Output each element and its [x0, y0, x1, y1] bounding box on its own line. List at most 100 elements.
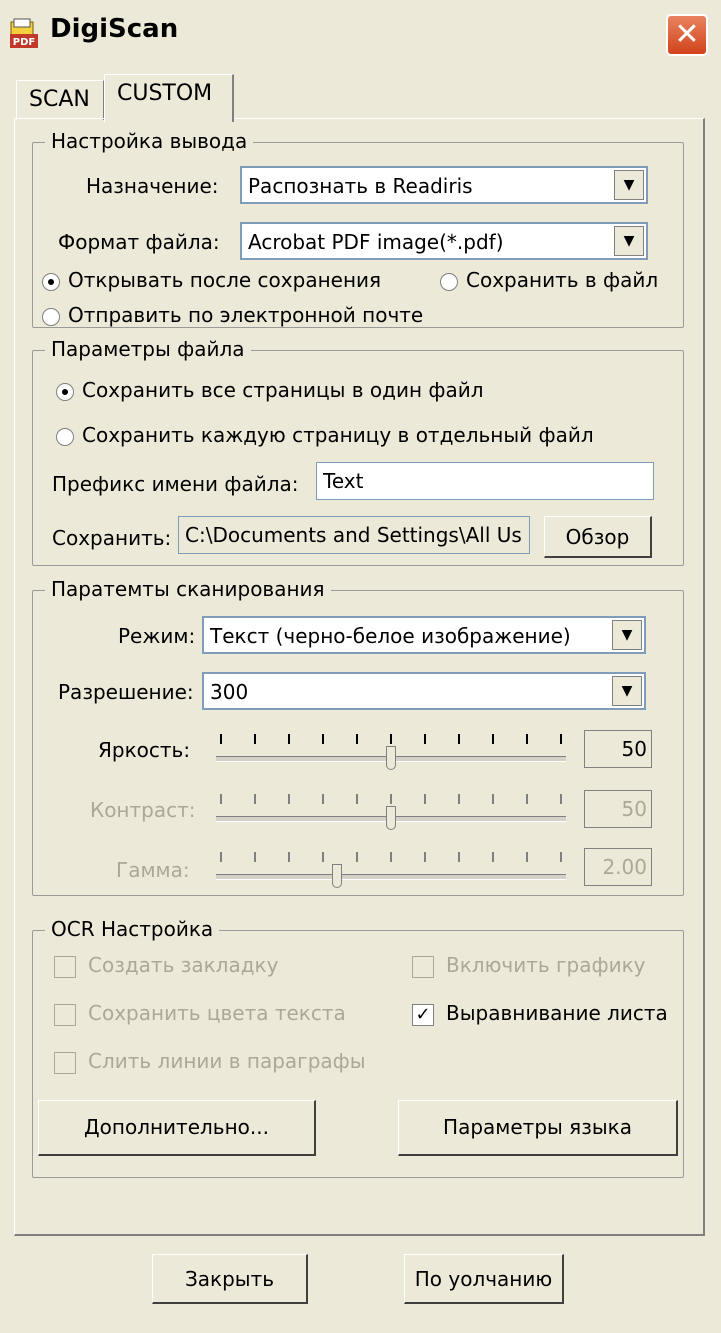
radio-dot [440, 272, 458, 291]
slider-thumb[interactable] [386, 746, 396, 770]
slider-thumb[interactable] [331, 864, 342, 888]
slider-tick [322, 794, 324, 804]
slider-tick [322, 734, 324, 744]
radio-single-file[interactable]: Сохранить все страницы в один файл [56, 378, 484, 402]
radio-separate-files[interactable]: Сохранить каждую страницу в отдельный фа… [56, 423, 594, 447]
slider-tick [356, 794, 358, 804]
file-format-label: Формат файла: [58, 230, 220, 254]
radio-dot [56, 427, 74, 446]
mode-value: Текст (черно-белое изображение) [210, 624, 571, 648]
resolution-value: 300 [210, 680, 249, 704]
brightness-label: Яркость: [98, 738, 191, 762]
destination-select[interactable]: Распознать в Readiris ▼ [240, 166, 648, 204]
slider-tick [288, 852, 290, 862]
resolution-select[interactable]: 300 ▼ [202, 672, 646, 710]
slider-tick [288, 734, 290, 744]
slider-tick [492, 734, 494, 744]
chevron-down-icon[interactable]: ▼ [614, 226, 644, 256]
file-parameters-title: Параметры файла [45, 337, 251, 361]
language-settings-button[interactable]: Параметры языка [398, 1100, 678, 1156]
mode-select[interactable]: Текст (черно-белое изображение) ▼ [202, 616, 646, 654]
slider-tick [424, 852, 426, 862]
slider-tick [288, 794, 290, 804]
slider-tick [390, 794, 392, 804]
radio-dot-selected [56, 382, 74, 401]
slider-tick [458, 794, 460, 804]
slider-tick [560, 794, 562, 804]
checkbox-deskew[interactable]: ✓ Выравнивание листа [412, 1001, 668, 1026]
save-path-input[interactable]: C:\Documents and Settings\All Us [178, 516, 530, 554]
slider-tick [254, 852, 256, 862]
radio-open-after-save[interactable]: Открывать после сохранения [42, 268, 381, 292]
save-path-label: Сохранить: [52, 526, 172, 550]
tab-custom[interactable]: CUSTOM [104, 74, 234, 122]
chevron-down-icon[interactable]: ▼ [612, 676, 642, 706]
browse-button[interactable]: Обзор [544, 516, 652, 558]
file-format-value: Acrobat PDF image(*.pdf) [248, 230, 504, 254]
tab-scan[interactable]: SCAN [16, 80, 104, 120]
checkbox-include-graphics: Включить графику [412, 953, 646, 978]
slider-track [216, 874, 566, 880]
close-window-button[interactable]: ✕ [666, 14, 708, 56]
contrast-value: 50 [584, 790, 652, 828]
slider-tick [492, 794, 494, 804]
brightness-slider[interactable] [216, 734, 566, 774]
slider-tick [390, 852, 392, 862]
slider-tick [220, 794, 222, 804]
scan-parameters-title: Паратемты сканирования [45, 577, 331, 601]
destination-value: Распознать в Readiris [248, 174, 473, 198]
slider-ticks [216, 852, 566, 864]
defaults-button[interactable]: По уолчанию [404, 1254, 564, 1304]
digiscan-dialog: PDF DigiScan ✕ SCAN CUSTOM Настройка выв… [0, 0, 721, 1333]
window-title: DigiScan [50, 14, 179, 44]
radio-dot-selected [42, 272, 60, 291]
slider-tick [526, 794, 528, 804]
svg-text:PDF: PDF [13, 37, 35, 48]
checkbox-merge-lines: Слить линии в параграфы [54, 1049, 366, 1074]
close-button[interactable]: Закрыть [152, 1254, 308, 1304]
close-icon: ✕ [674, 17, 700, 52]
gamma-value: 2.00 [584, 848, 652, 886]
checkmark-icon: ✓ [412, 1003, 434, 1026]
radio-send-email[interactable]: Отправить по электронной почте [42, 303, 423, 327]
slider-tick [390, 734, 392, 744]
contrast-slider [216, 794, 566, 834]
slider-tick [560, 734, 562, 744]
output-settings-title: Настройка вывода [45, 129, 254, 153]
brightness-value[interactable]: 50 [584, 730, 652, 768]
checkbox-box [412, 955, 434, 978]
slider-tick [356, 852, 358, 862]
slider-tick [526, 734, 528, 744]
slider-tick [254, 794, 256, 804]
checkbox-keep-text-colors: Сохранить цвета текста [54, 1001, 346, 1026]
chevron-down-icon[interactable]: ▼ [612, 620, 642, 650]
slider-tick [560, 852, 562, 862]
slider-tick [526, 852, 528, 862]
gamma-label: Гамма: [116, 858, 190, 882]
file-format-select[interactable]: Acrobat PDF image(*.pdf) ▼ [240, 222, 648, 260]
slider-tick [424, 794, 426, 804]
prefix-value: Text [323, 469, 364, 493]
chevron-down-icon[interactable]: ▼ [614, 170, 644, 200]
ocr-settings-title: OCR Настройка [45, 917, 220, 941]
pdf-app-icon: PDF [10, 18, 38, 48]
checkbox-box [54, 955, 76, 978]
radio-save-to-file[interactable]: Сохранить в файл [440, 268, 658, 292]
mode-label: Режим: [118, 624, 196, 648]
radio-dot [42, 307, 60, 326]
contrast-label: Контраст: [90, 798, 196, 822]
slider-thumb[interactable] [386, 806, 396, 830]
resolution-label: Разрешение: [58, 680, 194, 704]
slider-tick [356, 734, 358, 744]
checkbox-box [54, 1003, 76, 1026]
save-path-value: C:\Documents and Settings\All Us [185, 523, 522, 547]
slider-ticks [216, 734, 566, 746]
prefix-label: Префикс имени файла: [52, 472, 299, 496]
checkbox-box [54, 1051, 76, 1074]
slider-tick [220, 734, 222, 744]
title-bar: PDF DigiScan ✕ [0, 0, 721, 64]
advanced-button[interactable]: Дополнительно... [38, 1100, 316, 1156]
slider-tick [492, 852, 494, 862]
slider-tick [254, 734, 256, 744]
prefix-input[interactable]: Text [316, 462, 654, 500]
